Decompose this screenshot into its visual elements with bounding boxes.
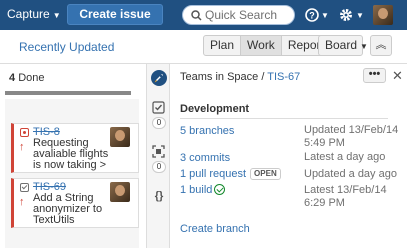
task-icon	[20, 183, 29, 192]
screenshot-icon[interactable]	[152, 145, 165, 158]
attachments-count: 0	[152, 161, 166, 173]
arrow-up-icon: ↑	[19, 196, 25, 208]
status-badge: OPEN	[250, 168, 281, 180]
check-circle-icon	[214, 184, 226, 195]
chevron-down-icon: ▼	[360, 42, 368, 51]
bug-icon	[20, 128, 29, 137]
column-name: Done	[18, 72, 45, 84]
commits-meta: Latest a day ago	[304, 151, 385, 164]
meta-line: Latest 13/Feb/14	[304, 184, 387, 196]
pull-request-link[interactable]: 1 pull request	[180, 168, 246, 180]
project-name[interactable]: Teams in Space	[180, 71, 258, 83]
user-avatar[interactable]	[373, 5, 393, 25]
issue-key-link[interactable]: TIS-67	[267, 71, 300, 83]
assignee-avatar	[110, 127, 130, 147]
mode-plan-button[interactable]: Plan	[204, 36, 242, 55]
commits-link[interactable]: 3 commits	[180, 152, 230, 164]
help-icon[interactable]: ?	[305, 8, 319, 22]
column-header: 4 Done	[9, 72, 44, 84]
board-mode-switcher: Plan Work Report	[203, 35, 331, 56]
dev-pull-requests-row: 1 pull request OPEN	[180, 168, 281, 180]
dev-commits-row: 3 commits	[180, 152, 230, 164]
create-issue-button[interactable]: Create issue	[67, 4, 163, 25]
issue-card[interactable]: TIS-69 ↑ Add a String anonymizer to Text…	[11, 178, 139, 228]
build-link[interactable]: 1 build	[180, 184, 212, 196]
branches-meta: Updated 13/Feb/14 5:49 PM	[304, 124, 398, 150]
recently-updated-filter[interactable]: Recently Updated	[19, 40, 114, 54]
breadcrumb-separator: /	[261, 71, 265, 83]
svg-text:?: ?	[309, 11, 315, 21]
chevron-down-icon: ▼	[356, 11, 364, 20]
issue-summary: Add a String anonymizer to TextUtils	[33, 192, 103, 226]
chevron-down-icon: ▼	[321, 11, 329, 20]
mode-work-button[interactable]: Work	[241, 36, 282, 55]
build-meta: Latest 13/Feb/14 6:29 PM	[304, 184, 387, 210]
capture-menu[interactable]: Capture ▼	[7, 7, 61, 21]
branches-link[interactable]: 5 branches	[180, 125, 234, 137]
create-branch-link[interactable]: Create branch	[180, 223, 250, 235]
board-menu-button[interactable]: Board ▼	[318, 35, 368, 56]
quick-search[interactable]	[182, 5, 295, 25]
column-progress-bar	[5, 91, 131, 95]
subtasks-count: 0	[152, 117, 166, 129]
code-icon[interactable]: {}	[150, 190, 168, 202]
collapse-header-button[interactable]: ︽	[370, 35, 392, 56]
pull-request-meta: Updated a day ago	[304, 168, 397, 181]
search-icon	[191, 10, 202, 21]
meta-line: Latest a day ago	[304, 151, 386, 163]
section-divider	[180, 118, 388, 119]
double-chevron-up-icon: ︽	[375, 39, 387, 51]
assignee-avatar	[110, 182, 130, 202]
column-count: 4	[9, 72, 16, 84]
arrow-up-icon: ↑	[19, 141, 25, 153]
search-input[interactable]	[205, 7, 291, 23]
capture-label: Capture	[7, 7, 50, 21]
development-section-title: Development	[180, 103, 250, 115]
subtasks-icon[interactable]	[152, 101, 165, 114]
meta-line: Updated a day ago	[304, 168, 397, 180]
close-icon[interactable]: ✕	[392, 68, 403, 84]
chevron-down-icon: ▼	[52, 11, 61, 20]
meta-line: Updated 13/Feb/14	[304, 124, 399, 136]
gear-icon[interactable]	[338, 7, 354, 23]
dev-builds-row: 1 build	[180, 184, 226, 196]
issue-card[interactable]: TIS-8 ↑ Requesting avaliable flights is …	[11, 123, 139, 173]
issue-summary: Requesting avaliable flights is now taki…	[33, 137, 109, 171]
meta-line: 5:49 PM	[304, 137, 345, 149]
rocket-icon	[154, 74, 163, 83]
meta-line: 6:29 PM	[304, 197, 345, 209]
project-avatar-icon[interactable]	[151, 70, 167, 86]
more-actions-button[interactable]: •••	[363, 68, 386, 83]
column-progress-fill	[5, 91, 131, 95]
breadcrumb: Teams in Space / TIS-67	[180, 71, 300, 83]
dev-branches-row: 5 branches	[180, 125, 234, 137]
board-label: Board	[325, 38, 358, 52]
